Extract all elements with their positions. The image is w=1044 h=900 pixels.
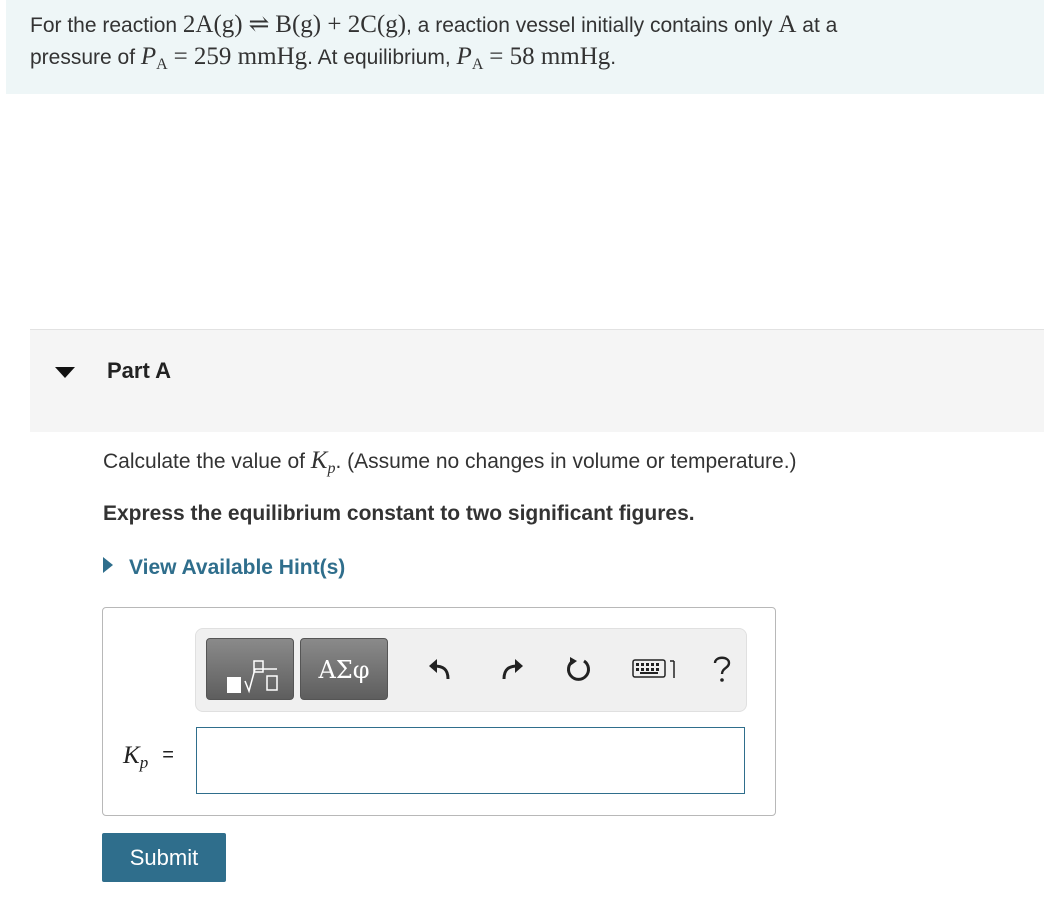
problem-text: . At equilibrium, [307, 46, 457, 69]
kp-answer-label: Kp = [123, 742, 174, 772]
submit-button[interactable]: Submit [102, 833, 226, 882]
question-text: Calculate the value of Kp. (Assume no ch… [103, 447, 797, 477]
question-suffix: . (Assume no changes in volume or temper… [335, 450, 797, 473]
part-title: Part A [107, 358, 171, 383]
problem-text: pressure of [30, 46, 141, 69]
equilibrium-pressure-value: = 58 mmHg [489, 43, 611, 70]
kp-answer-input[interactable] [196, 727, 745, 794]
problem-line-1: For the reaction 2A(g) ⇌ B(g) + 2C(g), a… [30, 9, 1020, 41]
problem-text: . [610, 46, 617, 69]
view-hints-link[interactable]: View Available Hint(s) [103, 556, 345, 580]
reactant-formula: 2A(g) [182, 11, 243, 38]
keyboard-icon[interactable] [632, 657, 680, 681]
species-symbol: A [778, 11, 797, 38]
expand-triangle-icon [103, 557, 113, 573]
equilibrium-arrow: ⇌ [248, 11, 270, 38]
help-icon[interactable] [710, 653, 734, 685]
templates-icon [227, 660, 278, 694]
reset-icon[interactable] [564, 655, 592, 683]
answer-box: ΑΣφ Kp = [102, 607, 776, 816]
undo-icon[interactable] [426, 655, 454, 683]
templates-button[interactable] [206, 638, 294, 700]
initial-pressure-value: = 259 mmHg [173, 43, 308, 70]
math-toolbar: ΑΣφ [195, 628, 747, 712]
part-a-header[interactable]: Part A [30, 329, 1044, 432]
collapse-triangle-icon[interactable] [55, 367, 75, 378]
problem-statement: For the reaction 2A(g) ⇌ B(g) + 2C(g), a… [6, 0, 1044, 94]
question-prefix: Calculate the value of [103, 450, 311, 473]
kp-symbol: Kp [310, 447, 336, 477]
hint-link-label[interactable]: View Available Hint(s) [129, 556, 345, 579]
problem-line-2: pressure of PA = 259 mmHg. At equilibriu… [30, 41, 1020, 73]
problem-text: , a reaction vessel initially contains o… [406, 14, 779, 37]
greek-symbols-button[interactable]: ΑΣφ [300, 638, 388, 700]
problem-text: at a [796, 14, 838, 37]
pressure-symbol: PA [456, 43, 484, 73]
problem-text: For the reaction [30, 14, 183, 37]
products-formula: B(g) + 2C(g) [275, 11, 407, 38]
equals-sign: = [162, 744, 174, 766]
pressure-symbol: PA [140, 43, 168, 73]
instruction-text: Express the equilibrium constant to two … [103, 502, 695, 525]
redo-icon[interactable] [498, 655, 526, 683]
